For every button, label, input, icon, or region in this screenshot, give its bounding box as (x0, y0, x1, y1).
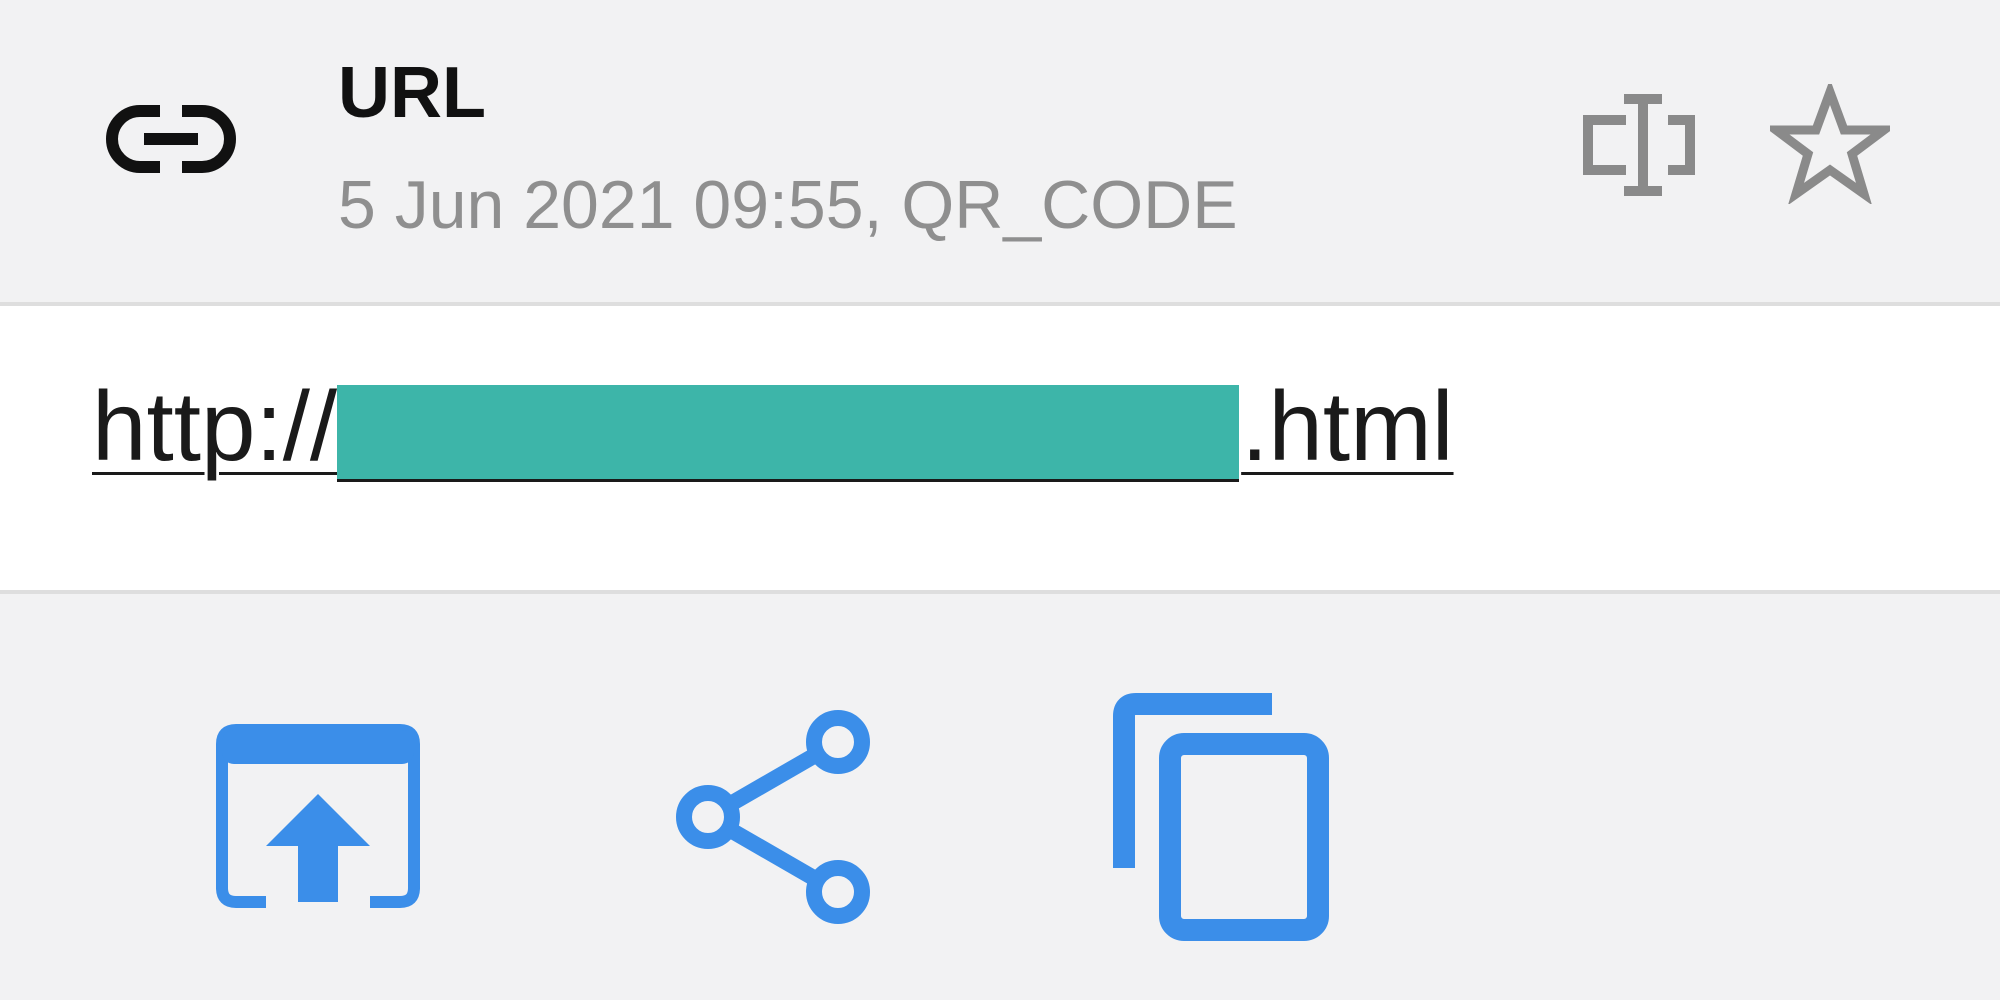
item-header: URL 5 Jun 2021 09:55, QR_CODE (0, 0, 2000, 302)
link-icon (106, 105, 236, 173)
redacted-region (337, 385, 1240, 482)
history-item-screen: URL 5 Jun 2021 09:55, QR_CODE http:// .ht… (0, 0, 2000, 1000)
open-in-browser-icon[interactable] (216, 724, 420, 908)
copy-icon[interactable] (1112, 692, 1332, 942)
url-link[interactable]: http:// .html (92, 366, 1454, 486)
text-format-icon[interactable] (1582, 90, 1698, 200)
action-bar (0, 594, 2000, 1000)
item-title: URL (338, 53, 486, 133)
star-outline-icon[interactable] (1770, 84, 1890, 204)
url-suffix: .html (1241, 371, 1454, 481)
item-timestamp-format: 5 Jun 2021 09:55, QR_CODE (338, 167, 1238, 243)
url-prefix: http:// (92, 371, 338, 481)
share-icon[interactable] (668, 704, 880, 930)
item-content: http:// .html (0, 306, 2000, 590)
